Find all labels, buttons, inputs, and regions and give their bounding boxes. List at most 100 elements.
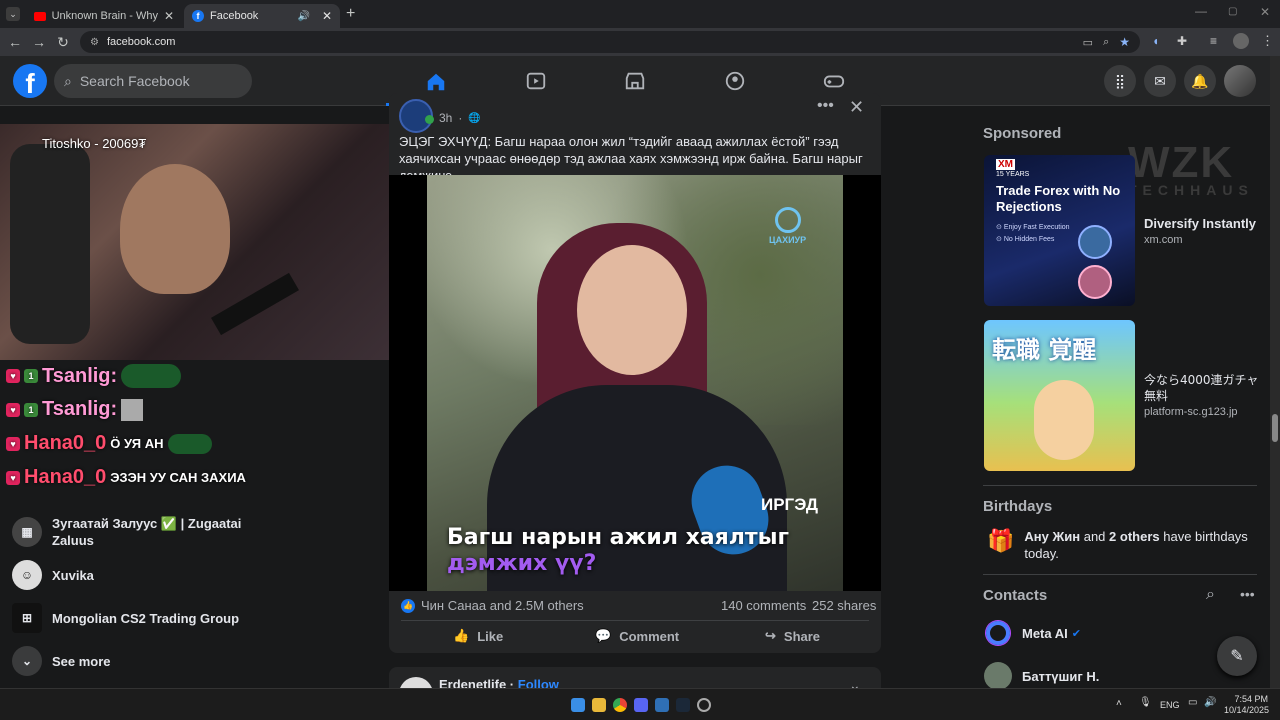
post-time[interactable]: 3h · 🌐	[439, 111, 481, 125]
ad-bullet-text: Enjoy Fast Execution	[1003, 224, 1070, 231]
ad-coin	[1078, 225, 1112, 259]
network-icon[interactable]: ▭	[1188, 697, 1197, 708]
search-input[interactable]: ⌕ Search Facebook	[54, 64, 252, 98]
more-options-icon[interactable]: •••	[817, 97, 834, 115]
tab-facebook[interactable]: f Facebook 🔊 ✕	[184, 4, 340, 28]
address-bar: ← → ↻ ⚙ facebook.com ▭ ⌕ ★ ◖ ✚ ≡ ⋮	[0, 28, 1280, 56]
sidebar-divider	[983, 485, 1257, 486]
like-button[interactable]: 👍 Like	[453, 628, 503, 644]
ad-game-title: 転職 覚醒	[992, 336, 1097, 364]
brand-mark-icon	[774, 207, 801, 233]
url-text: facebook.com	[106, 36, 176, 48]
ad-coin	[1078, 265, 1112, 299]
app-icon[interactable]	[697, 698, 711, 712]
mic-icon[interactable]: 🎙	[1139, 697, 1152, 708]
share-button[interactable]: ↪ Share	[765, 628, 820, 644]
ad-image-game[interactable]: 転職 覚醒	[984, 320, 1135, 471]
contact-item[interactable]: Баттүшиг Н.	[984, 662, 1099, 690]
heart-badge-icon: ♥	[6, 369, 20, 383]
first-badge-icon: 1	[24, 369, 38, 383]
volume-icon[interactable]: 🔊	[1204, 697, 1216, 708]
puzzle-icon[interactable]: ✚	[1177, 34, 1187, 48]
tab-search-icon[interactable]: ⌄	[6, 7, 20, 21]
reload-icon[interactable]: ↻	[51, 34, 75, 51]
install-icon[interactable]: ▭	[1083, 36, 1093, 49]
next-post-author[interactable]: Erdenetlife · Follow	[439, 677, 559, 688]
verified-icon: ✔	[1071, 627, 1081, 640]
profile-icon[interactable]	[1233, 33, 1249, 49]
shortcut-item[interactable]: ⊞ Mongolian CS2 Trading Group	[12, 603, 239, 633]
media-icon[interactable]: ≡	[1210, 34, 1217, 48]
new-tab-button[interactable]: +	[346, 5, 355, 23]
video-frame: ЦАХИУР ИРГЭД Багш нарын ажил хаялтыг дэм…	[427, 175, 843, 591]
post-video[interactable]: ЦАХИУР ИРГЭД Багш нарын ажил хаялтыг дэм…	[389, 175, 881, 591]
facebook-logo-icon[interactable]: f	[13, 64, 47, 99]
reaction-summary[interactable]: 👍 Чин Санаа and 2.5M others	[401, 598, 584, 613]
birthday-name[interactable]: Ану Жин	[1024, 529, 1080, 544]
online-dot	[425, 115, 434, 124]
speaker-icon[interactable]: 🔊	[297, 11, 309, 22]
birthday-others[interactable]: 2 others	[1109, 529, 1160, 544]
scrollbar-thumb[interactable]	[1272, 414, 1278, 442]
action-divider	[401, 620, 869, 621]
close-tab-icon[interactable]: ✕	[322, 9, 332, 23]
start-icon[interactable]	[571, 698, 585, 712]
search-placeholder: Search Facebook	[79, 73, 190, 89]
discord-icon[interactable]	[634, 698, 648, 712]
shares-count[interactable]: 252 shares	[812, 598, 876, 613]
watermark: WZK TECHHAUS	[1128, 138, 1254, 198]
close-window-button[interactable]: ✕	[1260, 5, 1270, 19]
follow-link[interactable]: Follow	[518, 677, 559, 688]
account-avatar[interactable]	[1224, 65, 1256, 97]
close-tab-icon[interactable]: ✕	[164, 9, 174, 23]
notifications-button[interactable]: 🔔	[1184, 65, 1216, 97]
video-tag: ИРГЭД	[761, 495, 818, 514]
close-icon[interactable]: ✕	[849, 97, 864, 118]
url-input[interactable]: ⚙ facebook.com ▭ ⌕ ★	[80, 31, 1140, 53]
ad-headline[interactable]: Diversify Instantly	[1144, 216, 1256, 231]
chrome-icon[interactable]	[613, 698, 627, 712]
clock[interactable]: 7:54 PM 10/14/2025	[1224, 694, 1269, 716]
chevron-down-icon: ⌄	[12, 646, 42, 676]
chevron-down-icon[interactable]: ⌄	[849, 677, 861, 688]
minimize-button[interactable]: —	[1195, 4, 1207, 18]
messenger-button[interactable]: ✉	[1144, 65, 1176, 97]
contacts-options-icon[interactable]: •••	[1240, 586, 1255, 602]
home-icon	[427, 73, 445, 91]
shortcut-item[interactable]: ☺ Xuvika	[12, 560, 94, 590]
contacts-heading: Contacts	[983, 587, 1048, 604]
shortcut-item[interactable]: ▦ Зугаатай Залуус ✅ | Zugaatai Zaluus	[12, 515, 282, 549]
ad-image-xm[interactable]: XM 15 YEARS Trade Forex with No Rejectio…	[984, 155, 1135, 306]
ad-domain: xm.com	[1144, 234, 1183, 246]
site-info-icon[interactable]: ⚙	[90, 37, 99, 48]
forward-icon[interactable]: →	[27, 34, 51, 50]
extension-icon[interactable]: ◖	[1152, 34, 1159, 48]
chat-text: ЭЗЭН УУ САН ЗАХИА	[110, 470, 246, 485]
language-indicator[interactable]: ENG	[1160, 700, 1180, 710]
birthday-entry[interactable]: 🎁 Ану Жин and 2 others have birthdays to…	[987, 528, 1254, 562]
comment-button[interactable]: 💬 Comment	[595, 628, 679, 644]
file-explorer-icon[interactable]	[592, 698, 606, 712]
see-more-button[interactable]: ⌄ See more	[12, 646, 111, 676]
app-icon[interactable]	[655, 698, 669, 712]
page-scrollbar[interactable]	[1270, 56, 1280, 688]
chat-line: ♥ 1 Tsanlig:	[6, 364, 182, 388]
feed-post: 3h · 🌐 ••• ✕ ЭЦЭГ ЭХЧҮҮД: Багш нараа олон…	[389, 93, 881, 653]
bookmark-star-icon[interactable]: ★	[1119, 35, 1130, 49]
zoom-icon[interactable]: ⌕	[1103, 36, 1109, 49]
maximize-button[interactable]: ▢	[1228, 6, 1237, 17]
new-message-button[interactable]: ✎	[1217, 636, 1257, 676]
steam-icon[interactable]	[676, 698, 690, 712]
menu-grid-button[interactable]: ⣿	[1104, 65, 1136, 97]
back-icon[interactable]: ←	[3, 34, 27, 50]
contact-item[interactable]: Meta AI ✔	[986, 621, 1081, 645]
ad-headline[interactable]: 今なら4000連ガチャ無料	[1144, 372, 1264, 404]
comments-count[interactable]: 140 comments	[721, 598, 806, 613]
search-contacts-icon[interactable]: ⌕	[1206, 586, 1215, 604]
messenger-icon: ✉	[1154, 72, 1166, 89]
post-author-avatar[interactable]	[399, 677, 433, 688]
menu-icon[interactable]: ⋮	[1261, 33, 1274, 49]
tray-chevron-icon[interactable]: ˄	[1116, 698, 1122, 709]
tab-youtube[interactable]: Unknown Brain - Why Do I? (fe ✕	[26, 4, 182, 28]
video-caption-line1: Багш нарын ажил хаялтыг	[447, 525, 790, 550]
